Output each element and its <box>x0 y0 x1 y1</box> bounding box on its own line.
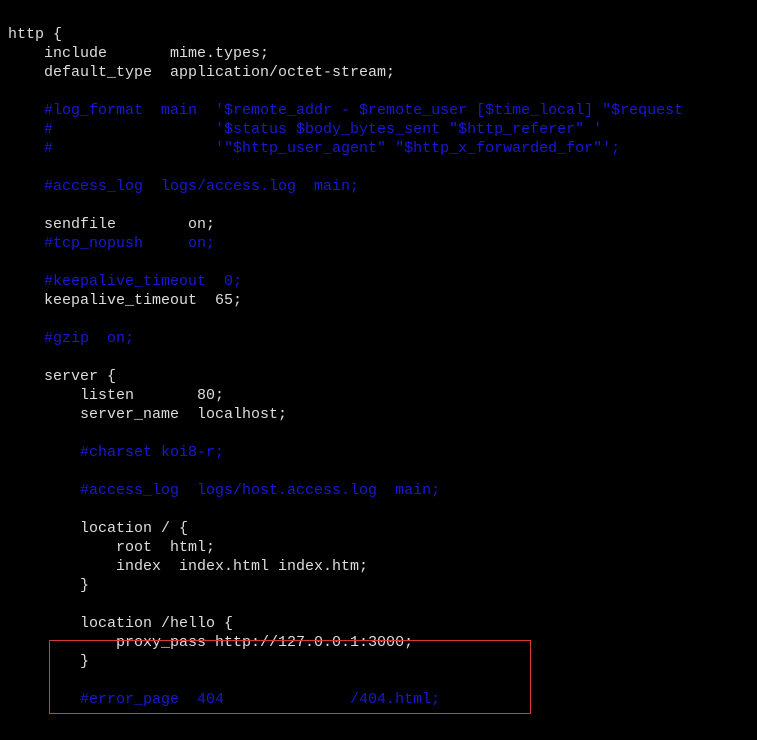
code-line: listen 80; <box>8 387 224 404</box>
code-line: } <box>8 653 89 670</box>
code-comment: #charset koi8-r; <box>8 444 224 461</box>
code-line: include mime.types; <box>8 45 269 62</box>
code-line: keepalive_timeout 65; <box>8 292 242 309</box>
code-line: server { <box>8 368 116 385</box>
code-line: location / { <box>8 520 188 537</box>
code-comment: #access_log logs/host.access.log main; <box>8 482 440 499</box>
code-line: default_type application/octet-stream; <box>8 64 395 81</box>
code-line: location /hello { <box>8 615 233 632</box>
code-line: server_name localhost; <box>8 406 287 423</box>
code-comment: #keepalive_timeout 0; <box>8 273 242 290</box>
code-line: } <box>8 577 89 594</box>
code-comment: #error_page 404 /404.html; <box>8 691 440 708</box>
code-comment: # '"$http_user_agent" "$http_x_forwarded… <box>8 140 620 157</box>
code-line: sendfile on; <box>8 216 215 233</box>
code-line: index index.html index.htm; <box>8 558 368 575</box>
code-editor: http { include mime.types; default_type … <box>0 0 757 728</box>
code-comment: # '$status $body_bytes_sent "$http_refer… <box>8 121 602 138</box>
code-comment: #tcp_nopush on; <box>8 235 215 252</box>
code-line: proxy_pass http://127.0.0.1:3000; <box>8 634 413 651</box>
code-comment: #gzip on; <box>8 330 134 347</box>
code-line: root html; <box>8 539 215 556</box>
code-comment: #log_format main '$remote_addr - $remote… <box>8 102 683 119</box>
code-line: http { <box>8 26 62 43</box>
code-comment: #access_log logs/access.log main; <box>8 178 359 195</box>
